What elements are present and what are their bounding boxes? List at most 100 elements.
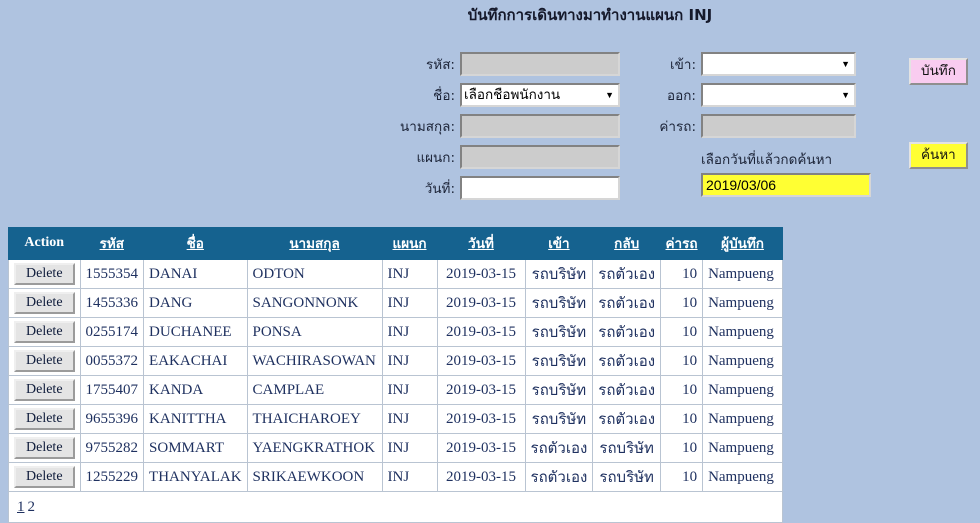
column-header-department-link[interactable]: แผนก	[393, 236, 427, 252]
cell-recorder: Nampueng	[702, 346, 784, 376]
cell-checkin: รถบริษัท	[524, 404, 594, 434]
checkin-select-wrap: ▼	[701, 52, 856, 76]
delete-button[interactable]: Delete	[14, 378, 75, 402]
checkin-select[interactable]	[701, 52, 856, 76]
column-header-action: Action	[8, 227, 81, 260]
table-row: Delete 9655396 KANITTHA THAICHAROEY INJ 2019-…	[8, 404, 784, 434]
cell-recorder: Nampueng	[702, 317, 784, 347]
pagination-page-2[interactable]: 2	[28, 499, 36, 515]
cell-return: รถตัวเอง	[592, 346, 662, 376]
department-input[interactable]	[460, 145, 620, 169]
column-header-return[interactable]: กลับ	[592, 227, 662, 260]
form-row-date: วันที่:	[400, 176, 620, 200]
table-row: Delete 1455336 DANG SANGONNONK INJ 2019-03-15…	[8, 288, 784, 318]
cell-name: THANYALAK	[143, 462, 248, 492]
cell-return: รถตัวเอง	[592, 317, 662, 347]
surname-input[interactable]	[460, 114, 620, 138]
delete-button[interactable]: Delete	[14, 465, 75, 489]
column-header-fare-link[interactable]: ค่ารถ	[666, 236, 698, 252]
cell-department: INJ	[381, 462, 438, 492]
cell-code: 1455336	[79, 288, 145, 318]
table-row: Delete 9755282 SOMMART YAENGKRATHOK INJ 2019-…	[8, 433, 784, 463]
search-date-row	[701, 173, 871, 197]
delete-cell: Delete	[8, 346, 81, 376]
column-header-department[interactable]: แผนก	[381, 227, 438, 260]
cell-department: INJ	[381, 433, 438, 463]
delete-cell: Delete	[8, 433, 81, 463]
fare-input[interactable]	[701, 114, 856, 138]
cell-fare: 10	[660, 288, 704, 318]
table-footer: 12	[7, 491, 784, 523]
cell-return: รถบริษัท	[592, 462, 662, 492]
cell-code: 9655396	[79, 404, 145, 434]
cell-checkin: รถบริษัท	[524, 259, 594, 289]
form-row-checkin: เข้า: ▼	[648, 52, 856, 76]
checkout-select[interactable]	[701, 83, 856, 107]
column-header-code-link[interactable]: รหัส	[100, 236, 124, 252]
cell-name: DUCHANEE	[143, 317, 248, 347]
form-row-fare: ค่ารถ:	[648, 114, 856, 138]
name-select-wrap: เลือกชื่อพนักงาน ▼	[460, 83, 620, 107]
cell-name: SOMMART	[143, 433, 248, 463]
cell-recorder: Nampueng	[702, 433, 784, 463]
form-row-name: ชื่อ: เลือกชื่อพนักงาน ▼	[400, 83, 620, 107]
delete-button[interactable]: Delete	[14, 291, 75, 315]
column-header-name[interactable]: ชื่อ	[143, 227, 248, 260]
delete-cell: Delete	[8, 288, 81, 318]
delete-button[interactable]: Delete	[14, 349, 75, 373]
delete-cell: Delete	[8, 317, 81, 347]
column-header-date-link[interactable]: วันที่	[468, 236, 494, 252]
code-input[interactable]	[460, 52, 620, 76]
delete-button[interactable]: Delete	[14, 262, 75, 286]
cell-date: 2019-03-15	[436, 346, 526, 376]
column-header-code[interactable]: รหัส	[79, 227, 145, 260]
cell-department: INJ	[381, 346, 438, 376]
records-table-container: Action รหัส ชื่อ นามสกุล แผนก วันที่ เข้…	[7, 227, 784, 523]
search-button[interactable]: ค้นหา	[909, 142, 968, 169]
delete-button[interactable]: Delete	[14, 320, 75, 344]
pagination-row: 12	[7, 491, 784, 523]
delete-button[interactable]: Delete	[14, 407, 75, 431]
column-header-recorder-link[interactable]: ผู้บันทึก	[721, 236, 764, 252]
column-header-surname-link[interactable]: นามสกุล	[289, 236, 339, 252]
cell-name: DANAI	[143, 259, 248, 289]
save-button[interactable]: บันทึก	[909, 58, 968, 85]
search-date-input[interactable]	[701, 173, 871, 197]
column-header-return-link[interactable]: กลับ	[614, 236, 639, 252]
column-header-date[interactable]: วันที่	[436, 227, 526, 260]
pagination-page-1[interactable]: 1	[17, 499, 25, 515]
label-department: แผนก:	[416, 150, 455, 166]
cell-fare: 10	[660, 375, 704, 405]
cell-recorder: Nampueng	[702, 259, 784, 289]
cell-recorder: Nampueng	[702, 404, 784, 434]
table-row: Delete 1255229 THANYALAK SRIKAEWKOON INJ 2019…	[8, 462, 784, 492]
column-header-name-link[interactable]: ชื่อ	[187, 236, 204, 252]
cell-department: INJ	[381, 288, 438, 318]
delete-cell: Delete	[8, 259, 81, 289]
date-input[interactable]	[460, 176, 620, 200]
cell-date: 2019-03-15	[436, 462, 526, 492]
column-header-checkin-link[interactable]: เข้า	[548, 236, 569, 252]
cell-department: INJ	[381, 375, 438, 405]
delete-button[interactable]: Delete	[14, 436, 75, 460]
column-header-surname[interactable]: นามสกุล	[246, 227, 383, 260]
cell-return: รถตัวเอง	[592, 404, 662, 434]
name-select[interactable]: เลือกชื่อพนักงาน	[460, 83, 620, 107]
cell-checkin: รถบริษัท	[524, 288, 594, 318]
cell-date: 2019-03-15	[436, 404, 526, 434]
cell-code: 9755282	[79, 433, 145, 463]
form-row-code: รหัส:	[400, 52, 620, 76]
column-header-fare[interactable]: ค่ารถ	[660, 227, 704, 260]
cell-fare: 10	[660, 462, 704, 492]
cell-fare: 10	[660, 317, 704, 347]
column-header-checkin[interactable]: เข้า	[524, 227, 594, 260]
pagination-cell: 12	[7, 491, 784, 523]
cell-name: EAKACHAI	[143, 346, 248, 376]
cell-checkin: รถบริษัท	[524, 317, 594, 347]
column-header-recorder[interactable]: ผู้บันทึก	[702, 227, 784, 260]
cell-name: KANDA	[143, 375, 248, 405]
cell-date: 2019-03-15	[436, 433, 526, 463]
label-date: วันที่:	[424, 181, 455, 197]
cell-surname: WACHIRASOWAN	[246, 346, 383, 376]
cell-code: 1255229	[79, 462, 145, 492]
